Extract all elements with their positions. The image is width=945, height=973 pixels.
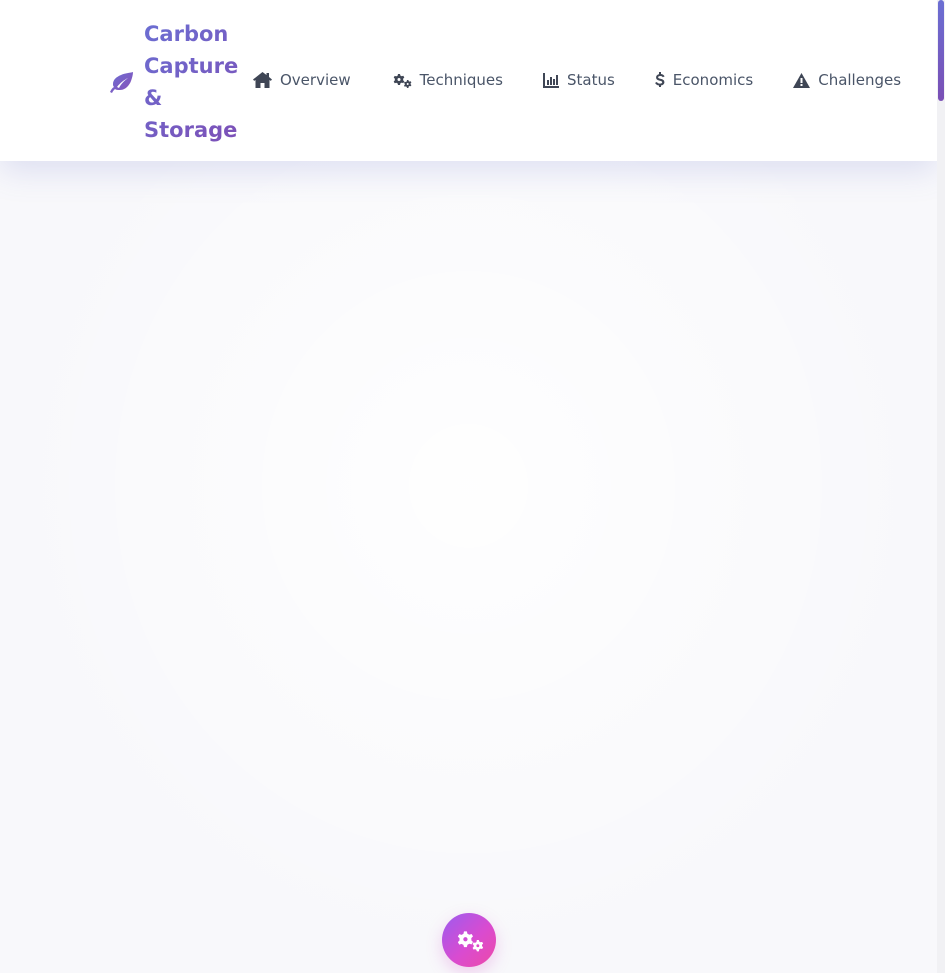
main-content [0, 161, 937, 973]
nav-item-overview[interactable]: Overview [253, 71, 351, 89]
nav-label: Status [566, 71, 615, 89]
nav-label: Economics [672, 71, 754, 89]
warning-icon [793, 72, 811, 88]
brand-link[interactable]: Carbon Capture & Storage [108, 18, 238, 146]
page: Carbon Capture & Storage Overview Techni… [0, 0, 945, 973]
nav-item-techniques[interactable]: Techniques [391, 71, 503, 89]
cogs-icon [457, 931, 484, 952]
dollar-icon [654, 71, 665, 87]
nav-item-economics[interactable]: Economics [654, 71, 754, 89]
settings-fab-button[interactable] [442, 913, 496, 967]
scrollbar-thumb[interactable] [938, 0, 944, 101]
cogs-icon [393, 74, 412, 88]
chart-bar-icon [542, 73, 559, 88]
nav-item-challenges[interactable]: Challenges [793, 71, 901, 89]
nav-label: Overview [280, 71, 351, 89]
nav-label: Challenges [818, 71, 902, 89]
leaf-icon [110, 72, 133, 93]
home-icon [253, 72, 272, 88]
main-nav: Overview Techniques Status Economics Cha… [253, 68, 901, 92]
nav-item-status[interactable]: Status [542, 71, 615, 89]
top-navbar: Carbon Capture & Storage Overview Techni… [0, 0, 937, 161]
brand-title: Carbon Capture & Storage [144, 18, 238, 146]
scrollbar-track[interactable] [937, 0, 945, 973]
nav-label: Techniques [419, 71, 503, 89]
